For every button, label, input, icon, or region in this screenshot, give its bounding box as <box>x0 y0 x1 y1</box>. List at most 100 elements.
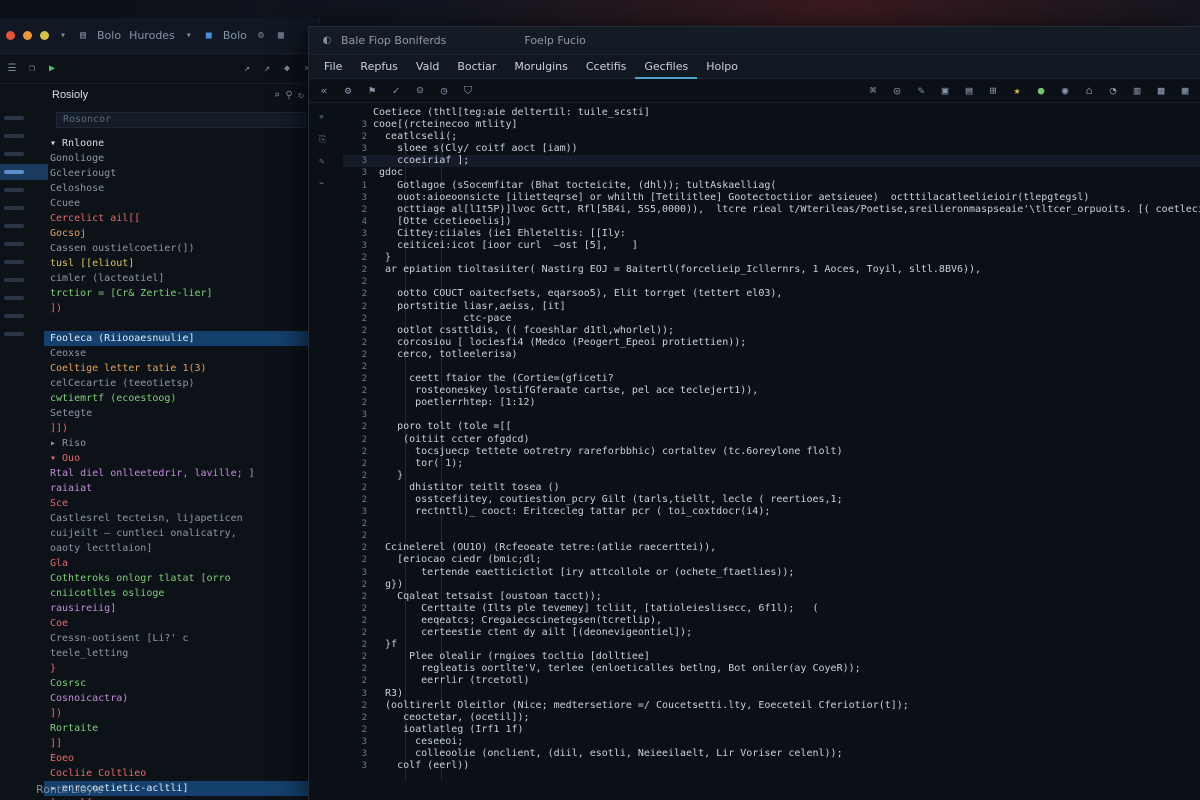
code-line[interactable]: 2 }f <box>343 639 1200 651</box>
code-line[interactable]: 2 } <box>343 252 1200 264</box>
background-file-1[interactable]: Bolo <box>97 29 121 42</box>
tree-row[interactable]: Gla <box>50 556 309 571</box>
tree-row[interactable]: Rortaite <box>50 721 309 736</box>
filter-icon[interactable]: ⚲ <box>283 89 295 101</box>
search-icon[interactable]: ⌕ <box>271 89 283 101</box>
code-line[interactable]: 3 sloee s(Cly/ coitf aoct [iam)) <box>343 143 1200 155</box>
code-editor[interactable]: Coetiece (thtl[teg:aie deltertil: tuile_… <box>343 107 1200 800</box>
tree-row[interactable]: Eoeo <box>50 751 309 766</box>
code-line[interactable]: 2 octtiage al[l1t5P)]lvoc Gctt, Rfl[5B4i… <box>343 204 1200 216</box>
menu-item-morulgins[interactable]: Morulgins <box>505 55 577 79</box>
tag-icon[interactable]: ⌂ <box>1082 84 1096 97</box>
tree-row[interactable]: Sce <box>50 496 309 511</box>
tool-icon-2[interactable]: ↗ <box>261 63 273 75</box>
code-line[interactable]: 2 tocsjuecp tettete ootretry rareforbbhi… <box>343 446 1200 458</box>
layout-icon[interactable]: ▦ <box>1178 84 1192 97</box>
tree-row[interactable]: Gonolioge <box>50 151 309 166</box>
check-icon[interactable]: ✓ <box>389 84 403 97</box>
tree-row[interactable]: Cocliie Coltlieo <box>50 766 309 781</box>
code-line[interactable]: 2 [eriocao ciedr (bmic;dl; <box>343 554 1200 566</box>
code-line[interactable]: 2 ootto COUCT oaitecfsets, eqarsoo5), El… <box>343 288 1200 300</box>
code-line[interactable]: 2 osstcefiitey, coutiestion_pcry Gilt (t… <box>343 494 1200 506</box>
tree-row[interactable]: Gocsoj <box>50 226 309 241</box>
settings-icon[interactable]: ⚙ <box>341 84 355 97</box>
code-line[interactable]: 2 corcosiou [ lociesfi4 (Medco (Peogert_… <box>343 337 1200 349</box>
tree-row[interactable]: raiaiat <box>50 481 309 496</box>
tree-row[interactable]: cuijeilt — cuntleci onalicatry, <box>50 526 309 541</box>
sidebar-item[interactable] <box>0 290 48 306</box>
code-line[interactable]: 2 Certtaite (Ilts ple tevemey] tcliit, [… <box>343 603 1200 615</box>
flag-icon[interactable]: ⚑ <box>365 84 379 97</box>
tree-row[interactable]: cimler (lacteatiel] <box>50 271 309 286</box>
tree-row-selected[interactable]: Fooleca (Riiooaesnuulie] <box>44 331 309 346</box>
code-line[interactable]: 3 Cittey:ciiales (ie1 Ehleteltis: [[Ily: <box>343 228 1200 240</box>
sidebar-item-active[interactable] <box>0 164 48 180</box>
tree-row[interactable]: Coe <box>50 616 309 631</box>
tool-icon-1[interactable]: ↗ <box>241 63 253 75</box>
tree-row[interactable]: Cosnoicactra) <box>50 691 309 706</box>
tree-row[interactable]: ] cnnlf <box>50 796 309 800</box>
gutter-icon[interactable]: ⌁ <box>319 173 335 195</box>
tree-row[interactable]: Rtal diel onlleetedrir, laville; ] <box>50 466 309 481</box>
menu-item-file[interactable]: File <box>315 55 351 79</box>
document-icon[interactable]: ▥ <box>1130 84 1144 97</box>
code-line[interactable]: 2 (ooltirerlt Oleitlor (Nice; medterseti… <box>343 700 1200 712</box>
code-line[interactable]: 2 Cqaleat tetsaist [oustoan tacct)); <box>343 591 1200 603</box>
tree-row[interactable]: oaoty lecttlaion] <box>50 541 309 556</box>
code-line[interactable]: 2 poro tolt (tole =[[ <box>343 421 1200 433</box>
code-line[interactable]: 3 colleoolie (onclient, (diil, esotli, N… <box>343 748 1200 760</box>
run-icon[interactable]: ▶ <box>46 63 58 75</box>
collapse-icon[interactable]: « <box>317 84 331 97</box>
run-icon[interactable]: ● <box>1034 84 1048 97</box>
sidebar-item[interactable] <box>0 146 48 162</box>
code-line[interactable]: 3 <box>343 409 1200 421</box>
code-line[interactable]: 3 ceseeoi; <box>343 736 1200 748</box>
tree-row[interactable]: } <box>50 661 309 676</box>
maximize-dot[interactable] <box>40 31 49 40</box>
sidebar-item[interactable] <box>0 272 48 288</box>
code-line[interactable]: 1 Gotlagoe (sSocemfitar (Bhat tocteicite… <box>343 180 1200 192</box>
tree-row[interactable]: Gcleeriougt <box>50 166 309 181</box>
code-line[interactable]: 3 ceiticei:icot [ioor curl —ost [5], ] <box>343 240 1200 252</box>
clock-icon[interactable]: ◔ <box>1106 84 1120 97</box>
archive-icon[interactable]: ▤ <box>962 84 976 97</box>
tree-row[interactable]: Ceoxse <box>50 346 309 361</box>
code-line[interactable]: 2 ootlot cssttldis, (( fcoeshlar d1tl,wh… <box>343 325 1200 337</box>
tree-row[interactable]: Cosrsc <box>50 676 309 691</box>
shield-icon[interactable]: ⛉ <box>461 84 475 98</box>
menu-item-repfus[interactable]: Repfus <box>351 55 406 79</box>
sidebar-item[interactable] <box>0 218 48 234</box>
globe-icon[interactable]: ◎ <box>890 84 904 97</box>
tree-row[interactable]: ▸ Riso <box>50 436 309 451</box>
menu-item-vald[interactable]: Vald <box>407 55 448 79</box>
lock-icon[interactable]: ⊞ <box>986 84 1000 97</box>
chevron-down-icon[interactable]: ▾ <box>183 30 195 42</box>
code-line[interactable]: 2 rosteoneskey lostifGferaate cartse, pe… <box>343 385 1200 397</box>
code-line[interactable]: 2 g}) <box>343 579 1200 591</box>
code-line[interactable]: 2 cerco, totleelerisa) <box>343 349 1200 361</box>
tree-row[interactable]: Cercelict ail[[ <box>50 211 309 226</box>
menu-item-gecfiles[interactable]: Gecfiles <box>635 55 698 79</box>
tree-row[interactable]: Ccuee <box>50 196 309 211</box>
code-line[interactable]: 2 ceatlcseli(; <box>343 131 1200 143</box>
code-line[interactable]: 2 Plee olealir (rngioes tocltio [dolltie… <box>343 651 1200 663</box>
tree-row[interactable]: ]] <box>50 736 309 751</box>
sidebar-item[interactable] <box>0 326 48 342</box>
sidebar-item[interactable] <box>0 200 48 216</box>
code-line[interactable]: 3 ccoeiriaf ]; <box>343 155 1200 168</box>
dropdown-icon[interactable]: ▾ <box>57 30 69 42</box>
code-line[interactable]: 2 } <box>343 470 1200 482</box>
code-line[interactable]: 2 certeestie ctent dy ailt [(deonevigeon… <box>343 627 1200 639</box>
code-line[interactable]: 2 tor( 1); <box>343 458 1200 470</box>
tree-row[interactable]: ▾ Ouo <box>50 451 309 466</box>
tree-row[interactable]: Castlesrel tecteisn, lijapeticen <box>50 511 309 526</box>
code-line[interactable]: 2 regleatis oortlte'V, terlee (enloetica… <box>343 663 1200 675</box>
sidebar-item[interactable] <box>0 254 48 270</box>
menu-icon[interactable]: ☰ <box>6 63 18 75</box>
code-line[interactable]: Coetiece (thtl[teg:aie deltertil: tuile_… <box>343 107 1200 119</box>
tree-row[interactable]: Cassen oustielcoetier(]) <box>50 241 309 256</box>
code-line[interactable]: 2 ceett ftaior the (Cortie=(gficeti? <box>343 373 1200 385</box>
tree-row[interactable]: celCecartie (teeotietsp) <box>50 376 309 391</box>
explorer-search-input[interactable]: Rosoncor <box>56 112 306 128</box>
background-file-2[interactable]: Hurodes <box>129 29 175 42</box>
